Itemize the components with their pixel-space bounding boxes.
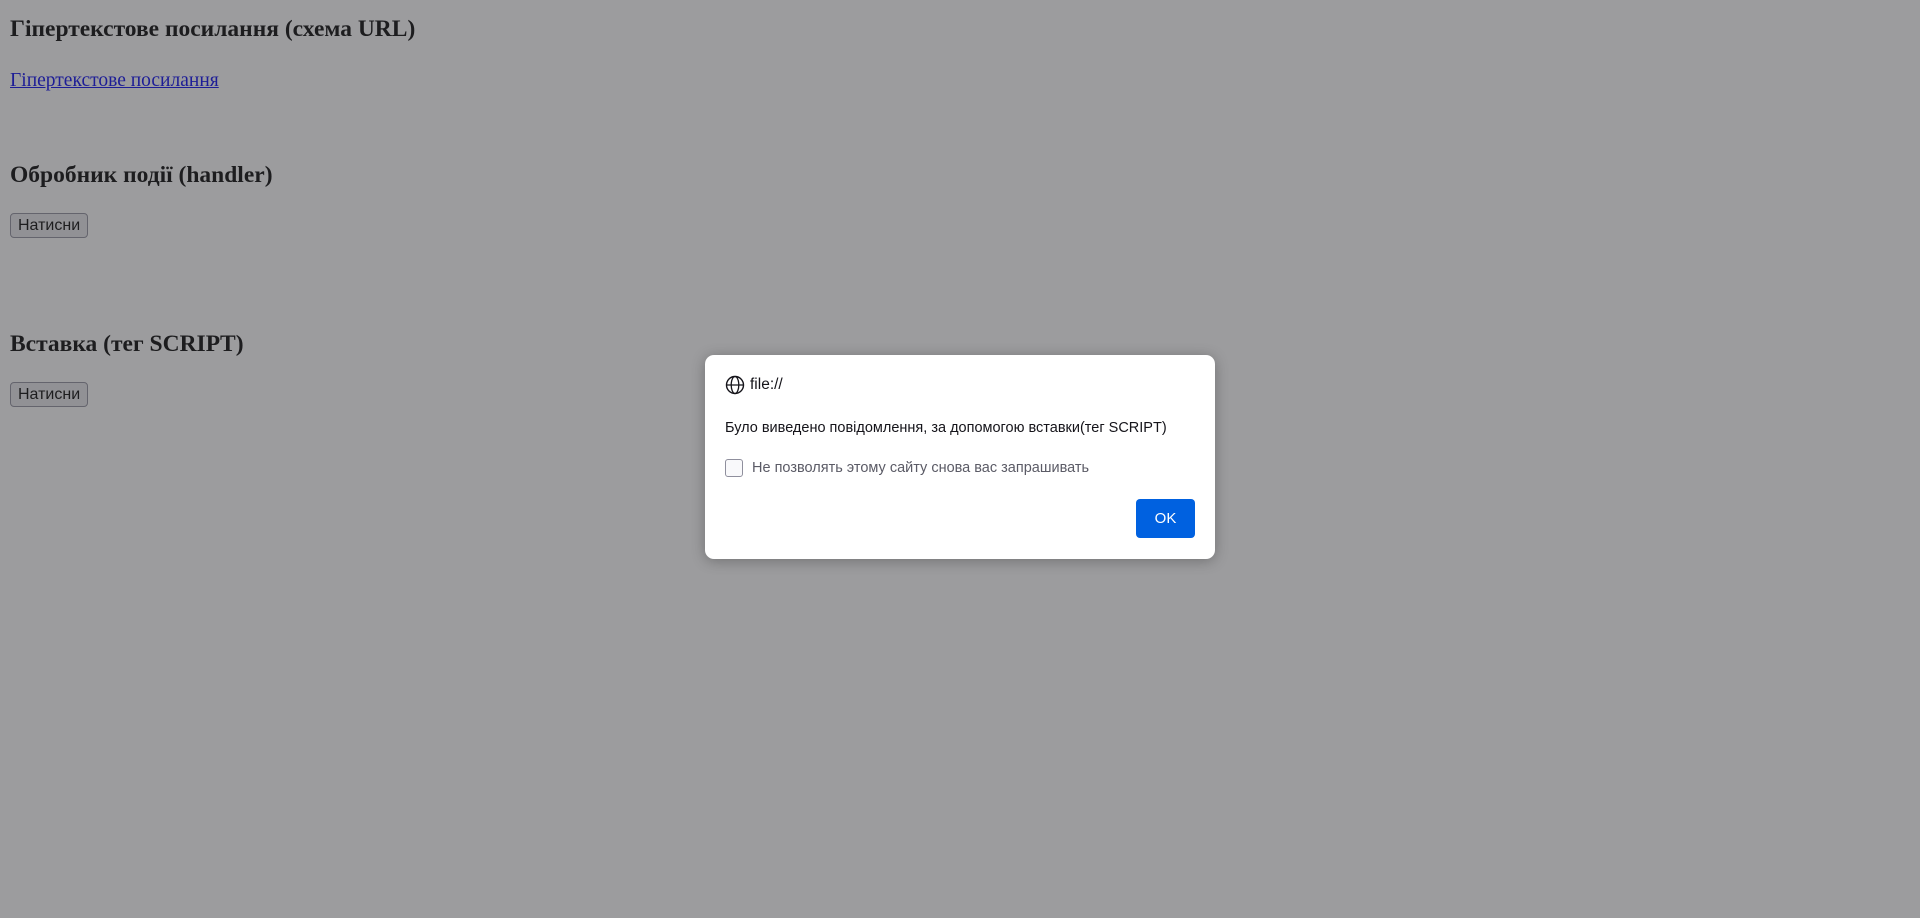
suppress-dialogs-checkbox[interactable] (725, 459, 743, 477)
globe-icon (725, 375, 745, 395)
alert-dialog: file:// Було виведено повідомлення, за д… (705, 355, 1215, 559)
dialog-message: Було виведено повідомлення, за допомогою… (725, 420, 1167, 436)
suppress-dialogs-label[interactable]: Не позволять этому сайту снова вас запра… (752, 460, 1089, 476)
ok-button[interactable]: OK (1136, 499, 1195, 538)
dialog-origin: file:// (725, 374, 783, 396)
suppress-dialogs-row[interactable]: Не позволять этому сайту снова вас запра… (725, 459, 1089, 477)
dialog-origin-text: file:// (750, 376, 783, 393)
